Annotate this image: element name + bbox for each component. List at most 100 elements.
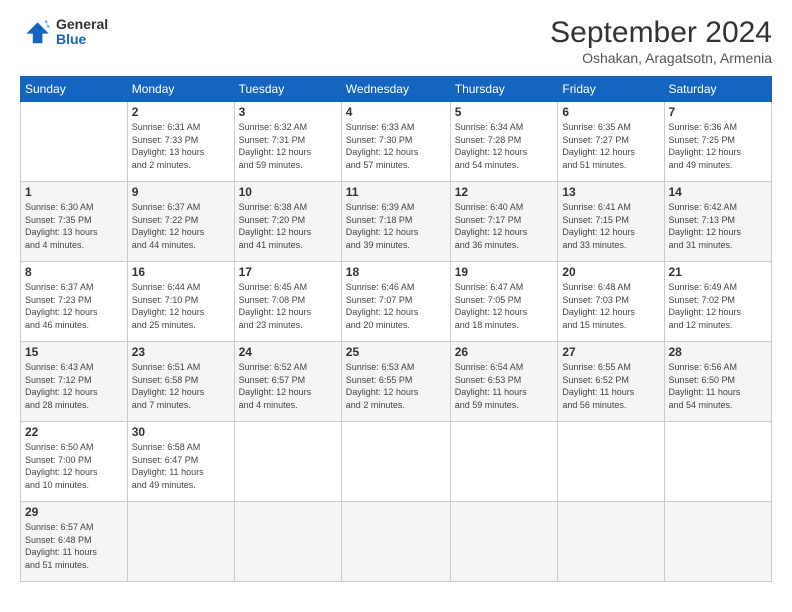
calendar-row-2: 8 Sunrise: 6:37 AM Sunset: 7:23 PM Dayli… (21, 262, 772, 342)
calendar-cell: 17 Sunrise: 6:45 AM Sunset: 7:08 PM Dayl… (234, 262, 341, 342)
calendar-row-1: 1 Sunrise: 6:30 AM Sunset: 7:35 PM Dayli… (21, 182, 772, 262)
day-number: 23 (132, 345, 230, 359)
calendar-row-3: 15 Sunrise: 6:43 AM Sunset: 7:12 PM Dayl… (21, 342, 772, 422)
day-number: 26 (455, 345, 554, 359)
day-number: 8 (25, 265, 123, 279)
calendar-cell: 14 Sunrise: 6:42 AM Sunset: 7:13 PM Dayl… (664, 182, 772, 262)
day-number: 15 (25, 345, 123, 359)
header-saturday: Saturday (664, 77, 772, 102)
day-info: Sunrise: 6:43 AM Sunset: 7:12 PM Dayligh… (25, 361, 123, 411)
calendar-cell (558, 422, 664, 502)
day-info: Sunrise: 6:57 AM Sunset: 6:48 PM Dayligh… (25, 521, 123, 571)
header-sunday: Sunday (21, 77, 128, 102)
calendar-cell: 29 Sunrise: 6:57 AM Sunset: 6:48 PM Dayl… (21, 502, 128, 582)
day-info: Sunrise: 6:51 AM Sunset: 6:58 PM Dayligh… (132, 361, 230, 411)
calendar-cell: 23 Sunrise: 6:51 AM Sunset: 6:58 PM Dayl… (127, 342, 234, 422)
day-info: Sunrise: 6:39 AM Sunset: 7:18 PM Dayligh… (346, 201, 446, 251)
calendar-cell: 7 Sunrise: 6:36 AM Sunset: 7:25 PM Dayli… (664, 102, 772, 182)
calendar-table: Sunday Monday Tuesday Wednesday Thursday… (20, 76, 772, 582)
calendar-cell: 4 Sunrise: 6:33 AM Sunset: 7:30 PM Dayli… (341, 102, 450, 182)
day-info: Sunrise: 6:38 AM Sunset: 7:20 PM Dayligh… (239, 201, 337, 251)
calendar-cell (127, 502, 234, 582)
day-info: Sunrise: 6:44 AM Sunset: 7:10 PM Dayligh… (132, 281, 230, 331)
day-number: 4 (346, 105, 446, 119)
calendar-cell: 28 Sunrise: 6:56 AM Sunset: 6:50 PM Dayl… (664, 342, 772, 422)
calendar-cell (664, 422, 772, 502)
day-number: 28 (669, 345, 768, 359)
day-info: Sunrise: 6:36 AM Sunset: 7:25 PM Dayligh… (669, 121, 768, 171)
calendar-cell: 20 Sunrise: 6:48 AM Sunset: 7:03 PM Dayl… (558, 262, 664, 342)
calendar-cell: 27 Sunrise: 6:55 AM Sunset: 6:52 PM Dayl… (558, 342, 664, 422)
calendar-cell: 24 Sunrise: 6:52 AM Sunset: 6:57 PM Dayl… (234, 342, 341, 422)
page: General Blue September 2024 Oshakan, Ara… (0, 0, 792, 612)
day-info: Sunrise: 6:42 AM Sunset: 7:13 PM Dayligh… (669, 201, 768, 251)
day-number: 1 (25, 185, 123, 199)
calendar-cell: 26 Sunrise: 6:54 AM Sunset: 6:53 PM Dayl… (450, 342, 558, 422)
header-monday: Monday (127, 77, 234, 102)
day-info: Sunrise: 6:55 AM Sunset: 6:52 PM Dayligh… (562, 361, 659, 411)
day-number: 17 (239, 265, 337, 279)
day-info: Sunrise: 6:52 AM Sunset: 6:57 PM Dayligh… (239, 361, 337, 411)
day-info: Sunrise: 6:53 AM Sunset: 6:55 PM Dayligh… (346, 361, 446, 411)
calendar-cell (234, 502, 341, 582)
calendar-cell (450, 502, 558, 582)
calendar-cell: 10 Sunrise: 6:38 AM Sunset: 7:20 PM Dayl… (234, 182, 341, 262)
day-info: Sunrise: 6:45 AM Sunset: 7:08 PM Dayligh… (239, 281, 337, 331)
calendar-cell: 18 Sunrise: 6:46 AM Sunset: 7:07 PM Dayl… (341, 262, 450, 342)
header-thursday: Thursday (450, 77, 558, 102)
day-info: Sunrise: 6:56 AM Sunset: 6:50 PM Dayligh… (669, 361, 768, 411)
day-info: Sunrise: 6:37 AM Sunset: 7:22 PM Dayligh… (132, 201, 230, 251)
calendar-cell: 1 Sunrise: 6:30 AM Sunset: 7:35 PM Dayli… (21, 182, 128, 262)
calendar-cell: 11 Sunrise: 6:39 AM Sunset: 7:18 PM Dayl… (341, 182, 450, 262)
calendar-cell: 19 Sunrise: 6:47 AM Sunset: 7:05 PM Dayl… (450, 262, 558, 342)
day-number: 25 (346, 345, 446, 359)
calendar-cell: 25 Sunrise: 6:53 AM Sunset: 6:55 PM Dayl… (341, 342, 450, 422)
day-number: 2 (132, 105, 230, 119)
day-info: Sunrise: 6:46 AM Sunset: 7:07 PM Dayligh… (346, 281, 446, 331)
calendar-cell: 2 Sunrise: 6:31 AM Sunset: 7:33 PM Dayli… (127, 102, 234, 182)
calendar-cell: 30 Sunrise: 6:58 AM Sunset: 6:47 PM Dayl… (127, 422, 234, 502)
day-number: 20 (562, 265, 659, 279)
day-number: 18 (346, 265, 446, 279)
logo-icon (20, 16, 52, 48)
calendar-cell: 12 Sunrise: 6:40 AM Sunset: 7:17 PM Dayl… (450, 182, 558, 262)
day-info: Sunrise: 6:30 AM Sunset: 7:35 PM Dayligh… (25, 201, 123, 251)
day-info: Sunrise: 6:32 AM Sunset: 7:31 PM Dayligh… (239, 121, 337, 171)
calendar-header-row: Sunday Monday Tuesday Wednesday Thursday… (21, 77, 772, 102)
day-number: 22 (25, 425, 123, 439)
day-info: Sunrise: 6:48 AM Sunset: 7:03 PM Dayligh… (562, 281, 659, 331)
day-info: Sunrise: 6:47 AM Sunset: 7:05 PM Dayligh… (455, 281, 554, 331)
day-number: 10 (239, 185, 337, 199)
calendar-cell: 21 Sunrise: 6:49 AM Sunset: 7:02 PM Dayl… (664, 262, 772, 342)
day-number: 30 (132, 425, 230, 439)
day-info: Sunrise: 6:37 AM Sunset: 7:23 PM Dayligh… (25, 281, 123, 331)
calendar-cell (341, 422, 450, 502)
day-number: 6 (562, 105, 659, 119)
day-info: Sunrise: 6:41 AM Sunset: 7:15 PM Dayligh… (562, 201, 659, 251)
calendar-cell: 22 Sunrise: 6:50 AM Sunset: 7:00 PM Dayl… (21, 422, 128, 502)
calendar-cell (234, 422, 341, 502)
location-subtitle: Oshakan, Aragatsotn, Armenia (550, 50, 772, 66)
calendar-row-0: 2 Sunrise: 6:31 AM Sunset: 7:33 PM Dayli… (21, 102, 772, 182)
day-number: 13 (562, 185, 659, 199)
calendar-cell (664, 502, 772, 582)
day-info: Sunrise: 6:54 AM Sunset: 6:53 PM Dayligh… (455, 361, 554, 411)
calendar-row-4: 22 Sunrise: 6:50 AM Sunset: 7:00 PM Dayl… (21, 422, 772, 502)
day-number: 19 (455, 265, 554, 279)
day-number: 14 (669, 185, 768, 199)
logo: General Blue (20, 16, 108, 48)
day-info: Sunrise: 6:35 AM Sunset: 7:27 PM Dayligh… (562, 121, 659, 171)
calendar-cell (341, 502, 450, 582)
title-block: September 2024 Oshakan, Aragatsotn, Arme… (550, 16, 772, 66)
calendar-cell: 13 Sunrise: 6:41 AM Sunset: 7:15 PM Dayl… (558, 182, 664, 262)
calendar-row-5: 29 Sunrise: 6:57 AM Sunset: 6:48 PM Dayl… (21, 502, 772, 582)
header-friday: Friday (558, 77, 664, 102)
day-number: 5 (455, 105, 554, 119)
day-number: 3 (239, 105, 337, 119)
day-number: 7 (669, 105, 768, 119)
calendar-cell: 15 Sunrise: 6:43 AM Sunset: 7:12 PM Dayl… (21, 342, 128, 422)
day-number: 11 (346, 185, 446, 199)
header-wednesday: Wednesday (341, 77, 450, 102)
calendar-cell: 8 Sunrise: 6:37 AM Sunset: 7:23 PM Dayli… (21, 262, 128, 342)
day-info: Sunrise: 6:33 AM Sunset: 7:30 PM Dayligh… (346, 121, 446, 171)
